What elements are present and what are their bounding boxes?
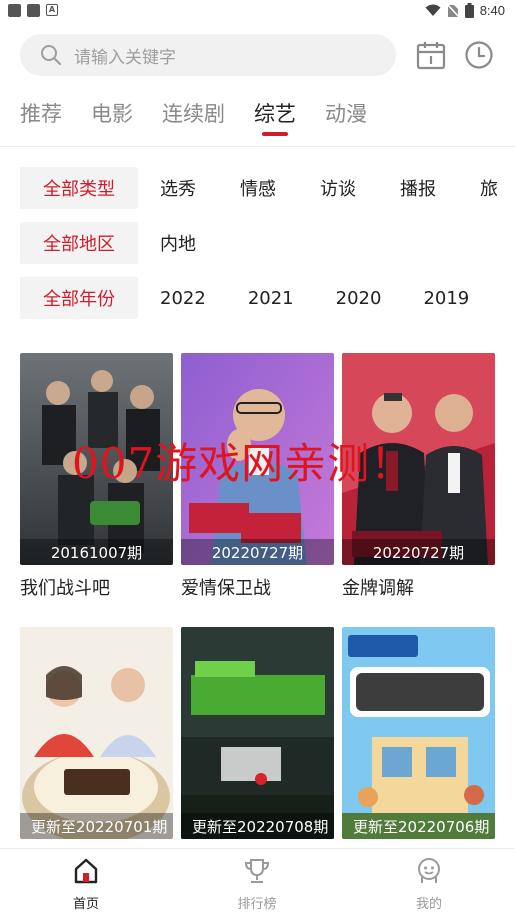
show-title: 我们战斗吧 — [20, 578, 110, 599]
clock-time: 8:40 — [479, 3, 505, 18]
status-bar: A 8:40 — [0, 0, 515, 24]
search-placeholder: 请输入关键字 — [74, 47, 176, 68]
filter-row-type: 全部类型 选秀 情感 访谈 播报 旅 — [20, 167, 498, 209]
show-title: 金牌调解 — [342, 578, 414, 599]
history-clock-icon — [465, 41, 493, 69]
filter-option[interactable]: 选秀 — [160, 175, 196, 201]
search-input[interactable]: 请输入关键字 — [20, 34, 396, 76]
tab-movies[interactable]: 电影 — [91, 98, 133, 138]
watermark-text: 007游戏网亲测！ — [72, 439, 414, 488]
notification-icon — [27, 4, 40, 17]
history-button[interactable] — [461, 37, 497, 73]
tabs-divider — [0, 146, 515, 147]
search-icon — [41, 45, 62, 66]
show-poster: 更新至20220706期 — [342, 627, 495, 839]
tab-tv-series[interactable]: 连续剧 — [162, 98, 225, 138]
app-notification-icon: A — [46, 4, 58, 16]
episode-label: 20220727期 — [342, 539, 495, 565]
show-title: 爱情保卫战 — [181, 578, 271, 599]
trophy-icon — [244, 859, 270, 883]
filter-option[interactable]: 2022 — [160, 288, 206, 309]
filter-option[interactable]: 访谈 — [320, 175, 356, 201]
category-tabs: 推荐 电影 连续剧 综艺 动漫 — [20, 98, 367, 138]
filter-option[interactable]: 2020 — [336, 288, 382, 309]
header: 请输入关键字 — [20, 34, 500, 76]
tab-recommend[interactable]: 推荐 — [20, 98, 62, 138]
nav-ranking[interactable]: 排行榜 — [207, 857, 307, 912]
filter-row-year: 全部年份 2022 2021 2020 2019 — [20, 277, 469, 319]
filter-option[interactable]: 2021 — [248, 288, 294, 309]
filter-option[interactable]: 内地 — [160, 230, 196, 256]
nav-label: 排行榜 — [237, 897, 277, 912]
filter-option[interactable]: 旅 — [480, 175, 498, 201]
filter-year-all[interactable]: 全部年份 — [20, 277, 138, 319]
filter-row-region: 全部地区 内地 — [20, 222, 196, 264]
battery-icon — [464, 3, 474, 18]
no-sim-icon — [446, 3, 459, 18]
profile-icon — [418, 858, 440, 883]
home-icon — [74, 858, 98, 884]
show-card[interactable]: 更新至20220701期 — [20, 627, 173, 839]
show-poster: 更新至20220701期 — [20, 627, 173, 839]
episode-label: 20220727期 — [181, 539, 334, 565]
tab-variety[interactable]: 综艺 — [254, 98, 296, 138]
calendar-button[interactable] — [413, 37, 449, 73]
episode-label: 20161007期 — [20, 539, 173, 565]
notification-icon — [8, 4, 21, 17]
show-card[interactable]: 更新至20220706期 — [342, 627, 495, 839]
nav-label: 我的 — [415, 897, 442, 912]
nav-label: 首页 — [72, 897, 99, 912]
episode-label: 更新至20220708期 — [181, 813, 334, 839]
wifi-icon — [425, 4, 441, 16]
bottom-nav: 首页 排行榜 我的 — [0, 848, 515, 917]
notification-icons: A — [8, 4, 58, 17]
tab-anime[interactable]: 动漫 — [325, 98, 367, 138]
episode-label: 更新至20220706期 — [342, 813, 495, 839]
active-tab-indicator — [262, 132, 288, 136]
filter-region-all[interactable]: 全部地区 — [20, 222, 138, 264]
filter-option[interactable]: 播报 — [400, 175, 436, 201]
episode-label: 更新至20220701期 — [20, 813, 173, 839]
filter-type-all[interactable]: 全部类型 — [20, 167, 138, 209]
show-card[interactable]: 更新至20220708期 — [181, 627, 334, 839]
filter-option[interactable]: 2019 — [423, 288, 469, 309]
show-poster: 更新至20220708期 — [181, 627, 334, 839]
calendar-icon — [416, 42, 446, 70]
nav-home[interactable]: 首页 — [36, 857, 136, 912]
filter-option[interactable]: 情感 — [240, 175, 276, 201]
nav-profile[interactable]: 我的 — [379, 857, 479, 912]
